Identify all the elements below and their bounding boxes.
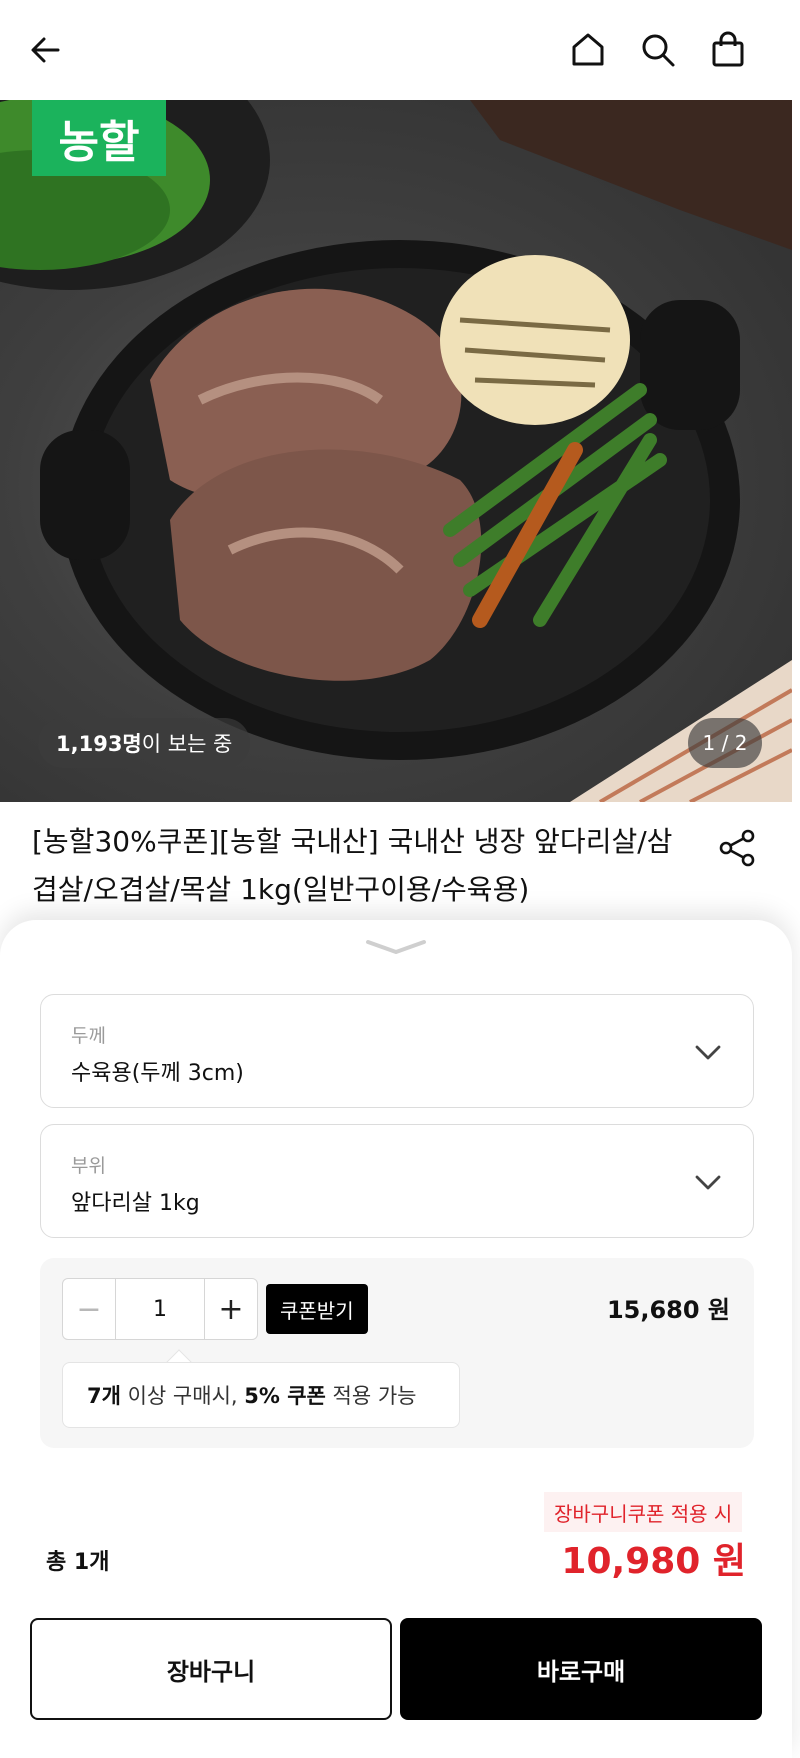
thickness-value: 수육용(두께 3cm): [71, 1061, 244, 1086]
item-price: 15,680 원: [606, 1296, 730, 1324]
thickness-select[interactable]: 두께 수육용(두께 3cm): [40, 994, 754, 1108]
chevron-down-icon: [695, 1045, 721, 1060]
get-coupon-button[interactable]: 쿠폰받기: [266, 1284, 368, 1334]
shopping-bag-icon[interactable]: [704, 26, 752, 74]
tooltip-count: 7개: [87, 1384, 121, 1408]
home-icon[interactable]: [564, 26, 612, 74]
brand-logo: 농할: [32, 100, 166, 176]
product-image[interactable]: 농할 1,193명 이 보는 중 1 / 2: [0, 100, 792, 802]
sheet-collapse-handle[interactable]: [364, 938, 428, 956]
buy-now-button[interactable]: 바로구매: [400, 1618, 762, 1720]
option-sheet: 두께 수육용(두께 3cm) 부위 앞다리살 1kg − 1 + 쿠폰받기 15…: [0, 920, 792, 1758]
total-label: 총 1개: [46, 1550, 110, 1575]
share-icon[interactable]: [716, 826, 760, 870]
chevron-down-icon: [695, 1175, 721, 1190]
tooltip-end: 적용 가능: [325, 1384, 417, 1408]
product-photo: [0, 100, 792, 802]
part-label: 부위: [71, 1155, 106, 1177]
decrease-button[interactable]: −: [63, 1279, 115, 1339]
image-pager: 1 / 2: [688, 718, 762, 768]
viewers-suffix: 이 보는 중: [141, 732, 233, 756]
add-to-cart-button[interactable]: 장바구니: [30, 1618, 392, 1720]
top-bar: [0, 0, 800, 100]
part-select[interactable]: 부위 앞다리살 1kg: [40, 1124, 754, 1238]
quantity-stepper: − 1 +: [62, 1278, 258, 1340]
quantity-panel: − 1 + 쿠폰받기 15,680 원 7개 이상 구매시, 5% 쿠폰 적용 …: [40, 1258, 754, 1448]
search-icon[interactable]: [634, 26, 682, 74]
back-arrow-icon[interactable]: [22, 26, 70, 74]
discount-tag: 장바구니쿠폰 적용 시: [544, 1492, 743, 1532]
total-price: 10,980 원: [561, 1541, 746, 1582]
tooltip-rate: 5% 쿠폰: [244, 1384, 326, 1408]
tooltip-mid: 이상 구매시,: [120, 1384, 245, 1408]
thickness-label: 두께: [71, 1025, 106, 1047]
viewers-badge: 1,193명 이 보는 중: [38, 718, 251, 768]
viewers-count: 1,193명: [56, 732, 142, 756]
increase-button[interactable]: +: [205, 1279, 257, 1339]
coupon-tooltip: 7개 이상 구매시, 5% 쿠폰 적용 가능: [62, 1362, 460, 1428]
part-value: 앞다리살 1kg: [71, 1191, 200, 1216]
quantity-value[interactable]: 1: [115, 1279, 205, 1339]
product-title: [농할30%쿠폰][농할 국내산] 국내산 냉장 앞다리살/삼겹살/오겹살/목살…: [32, 825, 673, 906]
